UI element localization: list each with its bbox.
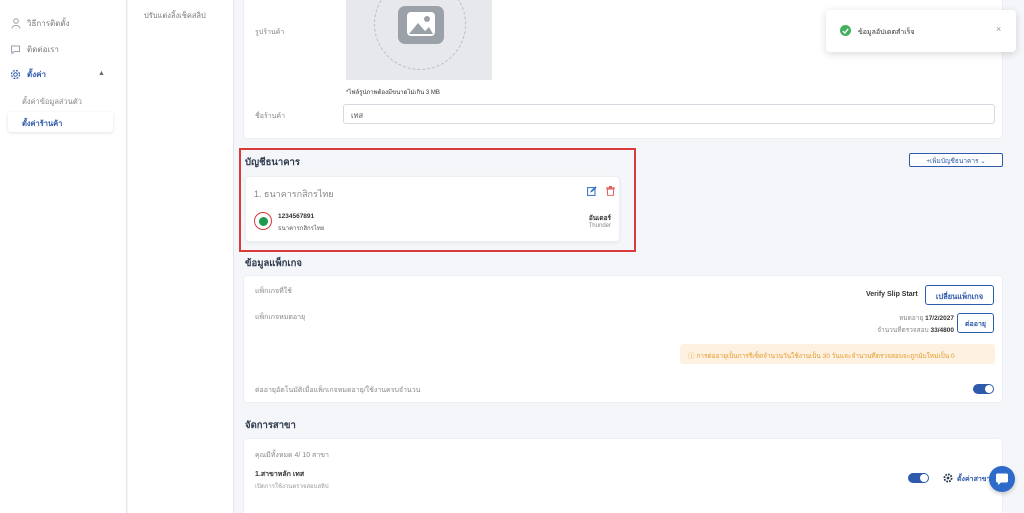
trash-icon[interactable] [606, 186, 615, 196]
gear-icon [10, 69, 21, 80]
chevron-down-icon: ⌄ [980, 158, 986, 165]
close-icon[interactable]: × [996, 24, 1001, 34]
store-image-upload[interactable] [346, 0, 492, 80]
sidebar-item-label: ติดต่อเรา [27, 45, 59, 54]
package-expiry-label: แพ็กเกจหมดอายุ [255, 314, 306, 321]
quota-prefix: จำนวนที่ตรวจสอบ [877, 327, 931, 334]
expiry-date-line: หมดอายุ 17/2/2027 [899, 313, 954, 323]
add-bank-account-label: +เพิ่มบัญชีธนาคาร [926, 158, 979, 165]
info-icon: ⓘ [688, 353, 695, 360]
success-toast: ข้อมูลอัปเดตสำเร็จ × [826, 10, 1016, 52]
expiry-prefix: หมดอายุ [899, 315, 926, 322]
check-circle-icon [840, 25, 851, 36]
chat-icon [10, 44, 21, 55]
bank-logo [254, 212, 272, 230]
sidebar-item-settings[interactable]: ตั้งค่า [10, 68, 46, 81]
gear-icon[interactable] [943, 473, 953, 483]
branch-settings-link[interactable]: ตั้งค่าสาขา [957, 474, 991, 485]
image-size-hint: *ไฟล์รูปภาพต้องมีขนาดไม่เกิน 3 MB [346, 90, 440, 96]
current-package-label: แพ็กเกจที่ใช้ [255, 288, 292, 295]
renew-warning-text: การต่ออายุเป็นการรีเซ็ตจำนวนวันใช้งานเป็… [696, 353, 955, 360]
renew-button[interactable]: ต่ออายุ [957, 313, 994, 333]
account-holder-name: อันเดอร์ [588, 215, 611, 222]
account-number: 1234567891 [278, 213, 315, 220]
package-section-title: ข้อมูลแพ็กเกจ [245, 258, 302, 269]
sidebar-subitem-profile-settings[interactable]: ตั้งค่าข้อมูลส่วนตัว [22, 96, 82, 108]
auto-renew-toggle[interactable] [973, 384, 994, 394]
branch-description: เปิดการใช้งานตรวจสอบสลิป [255, 484, 329, 490]
chevron-up-icon[interactable]: ▲ [98, 70, 105, 77]
sidebar-item-label: วิธีการติดตั้ง [27, 19, 70, 28]
bank-account-card: 1. ธนาคารกสิกรไทย 1234567891 ธนาคารกสิกร… [245, 176, 620, 242]
branch-section-title: จัดการสาขา [245, 420, 296, 431]
renew-warning: ⓘ การต่ออายุเป็นการรีเซ็ตจำนวนวันใช้งานเ… [680, 344, 995, 364]
branch-card [243, 438, 1003, 513]
sidebar-item-contact[interactable]: ติดต่อเรา [10, 43, 59, 56]
store-image-label: รูปร้านค้า [255, 29, 285, 36]
branch-enable-toggle[interactable] [908, 473, 929, 483]
account-bank-name: ธนาคารกสิกรไทย [278, 226, 325, 232]
branch-count: คุณมีทั้งหมด 4/ 10 สาขา [255, 452, 329, 459]
slip-link-settings[interactable]: ปรับแต่งลิ้งเช็คสลิป [144, 10, 206, 22]
sidebar-subitem-store-settings[interactable]: ตั้งค่าร้านค้า [8, 112, 113, 132]
sub-navigation: ปรับแต่งลิ้งเช็คสลิป [128, 0, 234, 513]
branch-name: 1.สาขาหลัก เทส [255, 471, 305, 478]
sidebar: วิธีการติดตั้ง ติดต่อเรา ตั้งค่า ▲ ตั้งค… [0, 0, 127, 513]
change-package-button[interactable]: เปลี่ยนแพ็กเกจ [925, 285, 994, 305]
quota-value: 33/4800 [930, 327, 955, 334]
main-content: รูปร้านค้า *ไฟล์รูปภาพต้องมีขนาดไม่เกิน … [235, 0, 1024, 513]
bank-account-title: 1. ธนาคารกสิกรไทย [254, 189, 334, 199]
quota-line: จำนวนที่ตรวจสอบ 33/4800 [877, 325, 954, 335]
account-provider: Thunder [588, 223, 611, 229]
sidebar-item-label: ตั้งค่า [27, 70, 46, 79]
person-icon [10, 18, 21, 29]
current-package-name: Verify Slip Start [866, 291, 918, 298]
store-name-input[interactable]: เทส [343, 104, 995, 124]
toast-message: ข้อมูลอัปเดตสำเร็จ [858, 29, 915, 36]
expiry-date: 17/2/2027 [925, 315, 954, 322]
chat-support-button[interactable] [989, 466, 1015, 492]
edit-icon[interactable] [587, 186, 597, 196]
add-bank-account-button[interactable]: +เพิ่มบัญชีธนาคาร ⌄ [909, 153, 1003, 167]
auto-renew-label: ต่ออายุอัตโนมัติเมื่อแพ็กเกจหมดอายุ/ใช้ง… [255, 387, 421, 394]
image-placeholder-icon [398, 6, 444, 44]
sidebar-item-install-guide[interactable]: วิธีการติดตั้ง [10, 17, 70, 30]
store-name-label: ชื่อร้านค้า [255, 113, 286, 120]
chat-bubble-icon [996, 473, 1008, 485]
